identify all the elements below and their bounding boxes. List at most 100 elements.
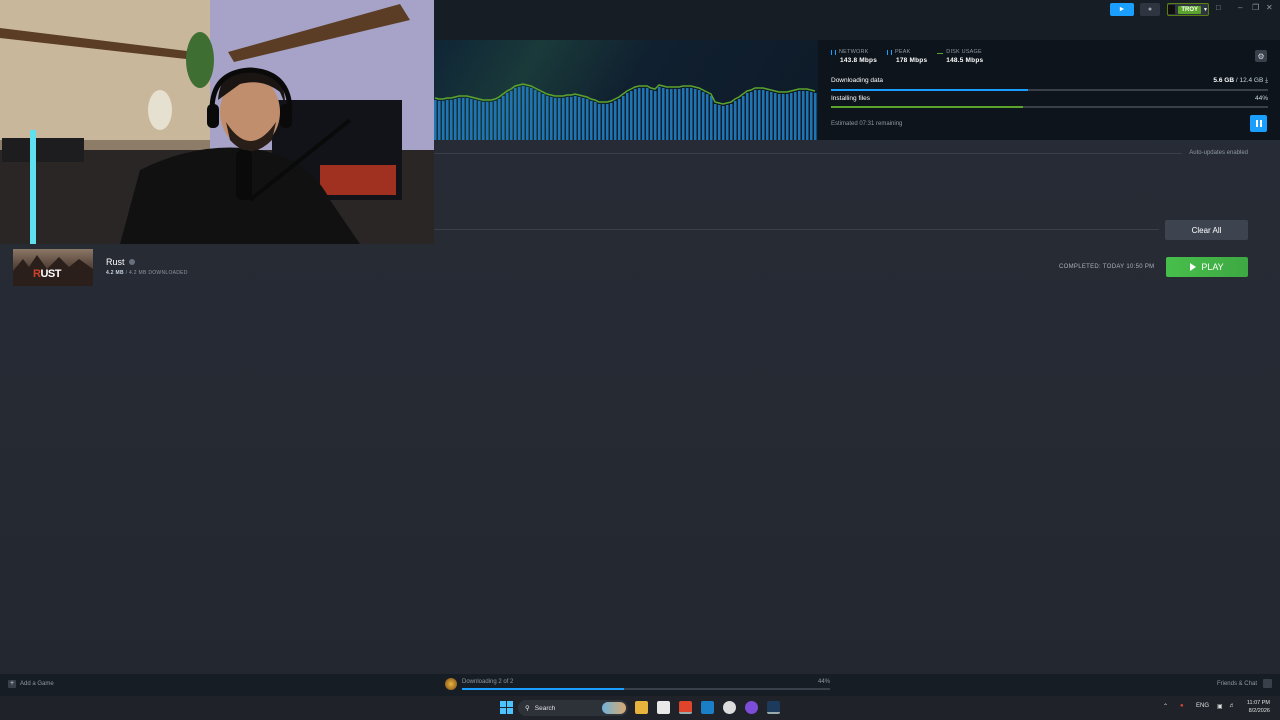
graph-bar bbox=[602, 104, 605, 140]
graph-bar bbox=[734, 101, 737, 140]
username-label: TROY bbox=[1178, 5, 1202, 14]
tray-overflow-icon[interactable]: ⌃ bbox=[1163, 703, 1168, 710]
game-size-info: 4.2 MB / 4.2 MB DOWNLOADED bbox=[106, 270, 188, 276]
graph-bar bbox=[718, 105, 721, 140]
maximize-icon[interactable]: ❐ bbox=[1252, 3, 1259, 12]
download-stats: NETWORK 143.8 Mbps PEAK 178 Mbps DISK US… bbox=[831, 49, 983, 64]
game-title[interactable]: Rust bbox=[106, 257, 135, 267]
big-picture-icon[interactable]: □ bbox=[1216, 3, 1221, 12]
close-icon[interactable]: ✕ bbox=[1266, 3, 1273, 12]
graph-bar bbox=[654, 91, 657, 140]
graph-bar bbox=[670, 89, 673, 140]
pause-button[interactable] bbox=[1250, 115, 1267, 132]
account-menu-button[interactable]: TROY ▼ bbox=[1167, 3, 1209, 16]
language-indicator[interactable]: ENG bbox=[1196, 703, 1209, 709]
graph-bar bbox=[794, 92, 797, 140]
file-explorer-icon[interactable] bbox=[635, 701, 648, 714]
graph-bar bbox=[586, 99, 589, 140]
graph-bar bbox=[706, 94, 709, 140]
graph-bar bbox=[614, 101, 617, 140]
graph-bar bbox=[518, 87, 521, 140]
calendar-app-icon[interactable] bbox=[657, 701, 670, 714]
announcements-button[interactable]: ► bbox=[1110, 3, 1134, 16]
system-clock[interactable]: 11:07 PM 8/2/2026 bbox=[1247, 699, 1270, 715]
graph-bar bbox=[550, 97, 553, 140]
graph-bar bbox=[542, 94, 545, 140]
game-thumbnail[interactable]: RUST bbox=[13, 249, 93, 286]
graph-bar bbox=[646, 88, 649, 140]
graph-bar bbox=[618, 99, 621, 140]
start-button[interactable] bbox=[500, 701, 513, 714]
notifications-button[interactable]: ● bbox=[1140, 3, 1160, 16]
search-highlight-image bbox=[602, 702, 626, 714]
graph-bar bbox=[490, 102, 493, 140]
microphone-icon[interactable]: ● bbox=[1180, 703, 1184, 709]
info-icon[interactable] bbox=[128, 259, 135, 265]
bell-icon: ● bbox=[1147, 6, 1153, 13]
graph-bar bbox=[522, 86, 525, 140]
mini-download-fill bbox=[462, 688, 624, 690]
download-settings-button[interactable]: ⚙ bbox=[1255, 50, 1267, 62]
graph-bar bbox=[466, 98, 469, 140]
graph-bar bbox=[658, 87, 661, 140]
play-button[interactable]: PLAY bbox=[1166, 257, 1248, 277]
add-game-button[interactable]: + Add a Game bbox=[8, 680, 54, 688]
clear-all-button[interactable]: Clear All bbox=[1165, 220, 1248, 240]
graph-bar bbox=[578, 97, 581, 140]
graph-bar bbox=[674, 89, 677, 140]
search-icon: ⚲ bbox=[525, 705, 530, 712]
downloading-fill bbox=[831, 89, 1028, 91]
chrome-icon[interactable] bbox=[723, 701, 736, 714]
installing-percent: 44% bbox=[1254, 95, 1268, 102]
minimize-icon[interactable]: – bbox=[1238, 3, 1242, 12]
graph-bar bbox=[666, 89, 669, 140]
chevron-down-icon: ▼ bbox=[1203, 6, 1208, 13]
graph-bar bbox=[462, 98, 465, 140]
graph-bar bbox=[762, 90, 765, 140]
graph-bar bbox=[530, 88, 533, 140]
graph-bar bbox=[446, 100, 449, 140]
graph-bar bbox=[574, 96, 577, 140]
add-game-label: Add a Game bbox=[20, 681, 54, 687]
webcam-scene bbox=[0, 0, 434, 244]
friends-chat-button[interactable]: Friends & Chat bbox=[1217, 679, 1272, 688]
graph-bar bbox=[494, 101, 497, 140]
graph-bar bbox=[470, 99, 473, 140]
download-arrow-icon: ⤓ bbox=[1265, 77, 1268, 84]
graph-bar bbox=[478, 101, 481, 140]
graph-bar bbox=[442, 101, 445, 140]
editor-app-icon[interactable] bbox=[701, 701, 714, 714]
graph-bar bbox=[546, 96, 549, 140]
pause-icon-left bbox=[1255, 120, 1258, 127]
graph-bar bbox=[506, 93, 509, 140]
graph-bar bbox=[622, 96, 625, 140]
obs-icon[interactable] bbox=[745, 701, 758, 714]
volume-icon[interactable]: ♬ bbox=[1229, 703, 1235, 709]
browser-icon[interactable] bbox=[679, 701, 692, 714]
graph-bar bbox=[450, 100, 453, 140]
graph-bar bbox=[650, 90, 653, 140]
gear-icon: ⚙ bbox=[1257, 51, 1265, 61]
avatar bbox=[1168, 5, 1176, 14]
graph-bar bbox=[538, 92, 541, 140]
downloading-track bbox=[831, 89, 1268, 91]
graph-bar bbox=[486, 102, 489, 140]
graph-bar bbox=[678, 89, 681, 140]
stat-network: NETWORK 143.8 Mbps bbox=[831, 49, 877, 64]
graph-bar bbox=[710, 96, 713, 140]
graph-bar bbox=[606, 104, 609, 140]
stat-disk-usage: DISK USAGE 148.5 Mbps bbox=[937, 49, 983, 64]
graph-bar bbox=[730, 104, 733, 140]
friends-chat-label: Friends & Chat bbox=[1216, 680, 1257, 687]
graph-bar bbox=[458, 98, 461, 140]
game-icon bbox=[445, 678, 457, 690]
graph-bar bbox=[598, 104, 601, 140]
taskbar-search[interactable]: ⚲ Search bbox=[518, 700, 628, 716]
display-icon[interactable]: ▣ bbox=[1217, 703, 1223, 710]
section-divider bbox=[434, 153, 1182, 154]
graph-bar bbox=[814, 93, 817, 140]
download-header: NETWORK 143.8 Mbps PEAK 178 Mbps DISK US… bbox=[434, 40, 1280, 140]
peak-bars-icon bbox=[887, 49, 893, 55]
steam-taskbar-icon[interactable] bbox=[767, 701, 780, 714]
clock-date: 8/2/2026 bbox=[1248, 708, 1270, 714]
